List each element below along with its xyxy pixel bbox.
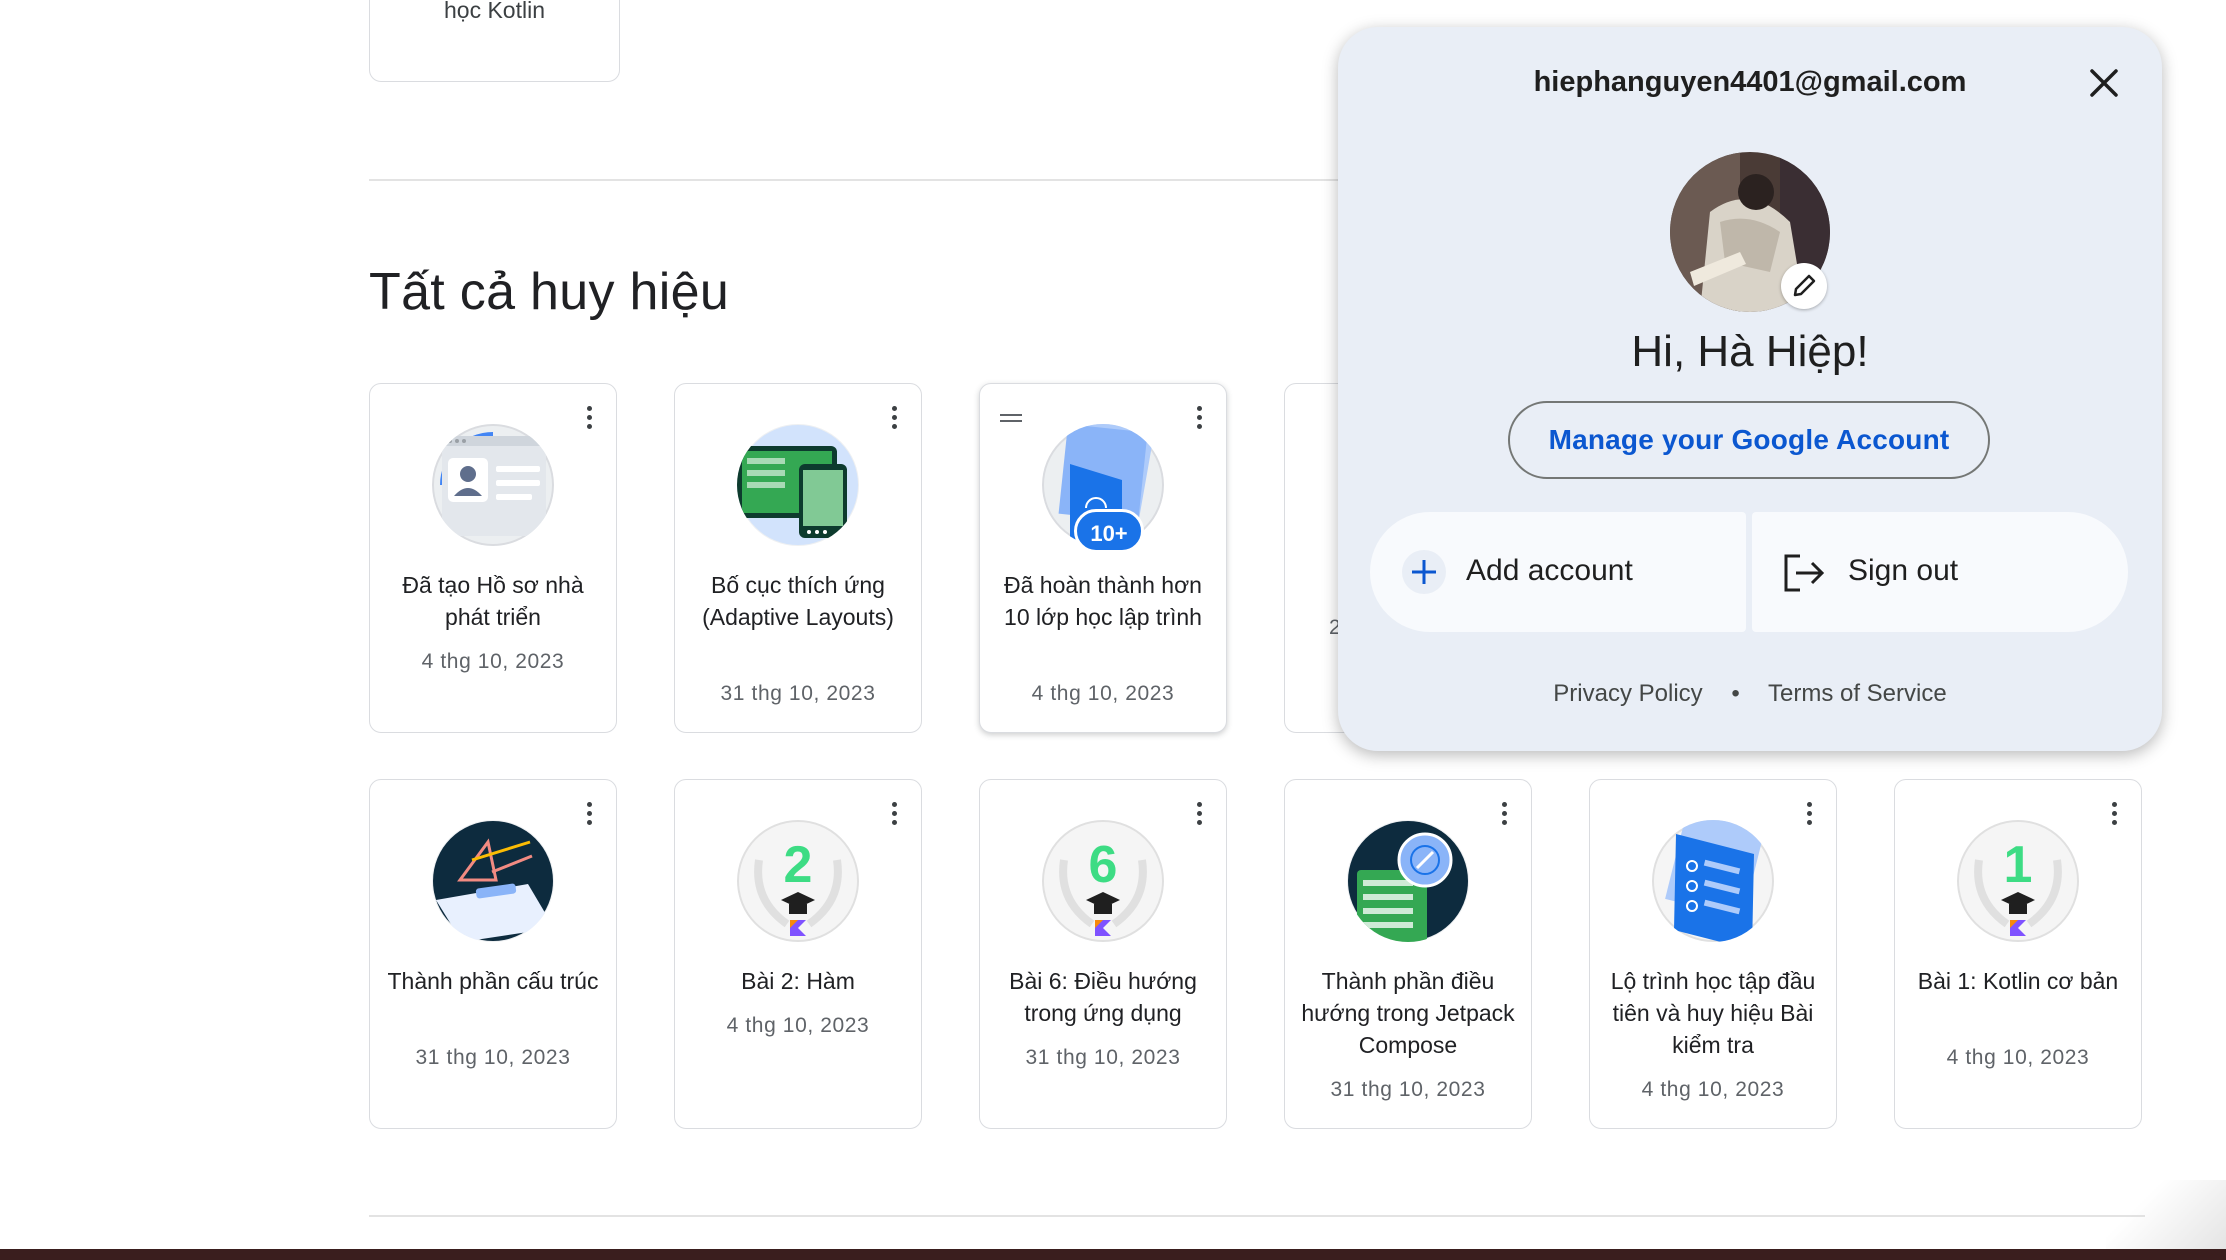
adaptive-layouts-badge-icon xyxy=(737,424,859,546)
more-options-icon[interactable] xyxy=(1499,802,1509,828)
badge-card-architecture-components[interactable]: Thành phần cấu trúc 31 thg 10, 2023 xyxy=(369,779,617,1129)
more-options-icon[interactable] xyxy=(889,406,899,432)
badge-name: Bố cục thích ứng (Adaptive Layouts) xyxy=(702,572,894,630)
lesson-number: 6 xyxy=(1089,836,1118,894)
more-options-icon[interactable] xyxy=(2109,802,2119,828)
badge-card-lesson-1[interactable]: 1 Bài 1: Kotlin cơ bản 4 thg 10, 2023 xyxy=(1894,779,2142,1129)
badge-name: học Kotlin xyxy=(443,0,545,23)
badge-card-10-codelabs[interactable]: 10+ Đã hoàn thành hơn 10 lớp học lập trì… xyxy=(979,383,1227,733)
greeting: Hi, Hà Hiệp! xyxy=(1631,327,1869,376)
badge-date: 4 thg 10, 2023 xyxy=(1946,1046,2090,1069)
badge-card-adaptive-layouts[interactable]: Bố cục thích ứng (Adaptive Layouts) 31 t… xyxy=(674,383,922,733)
close-icon[interactable] xyxy=(2084,63,2124,103)
badge-card-compose-navigation[interactable]: Thành phần điều hướng trong Jetpack Comp… xyxy=(1284,779,1532,1129)
more-options-icon[interactable] xyxy=(889,802,899,828)
kotlin-lesson-badge-icon: 6 xyxy=(1042,820,1164,942)
sign-out-button[interactable]: Sign out xyxy=(1752,512,2128,632)
sign-out-label: Sign out xyxy=(1848,554,1959,587)
badge-card-developer-profile[interactable]: Đã tạo Hồ sơ nhà phát triển 4 thg 10, 20… xyxy=(369,383,617,733)
more-options-icon[interactable] xyxy=(1804,802,1814,828)
badge-date: 31 thg 10, 2023 xyxy=(415,1046,571,1069)
popup-footer: Privacy Policy • Terms of Service xyxy=(1338,680,2162,708)
quiz-badge-icon xyxy=(1652,820,1774,942)
badge-name: Lộ trình học tập đầu tiên và huy hiệu Bà… xyxy=(1610,968,1816,1058)
badge-name: Bài 6: Điều hướng trong ứng dụng xyxy=(1009,968,1197,1026)
terms-of-service-link[interactable]: Terms of Service xyxy=(1768,680,1947,707)
badge-name: Thành phần điều hướng trong Jetpack Comp… xyxy=(1301,968,1515,1058)
account-popup: hiephanguyen4401@gmail.com Hi, Hà Hiệp! … xyxy=(1338,27,2162,751)
manage-account-button[interactable]: Manage your Google Account xyxy=(1508,401,1990,479)
badge-date: 31 thg 10, 2023 xyxy=(720,682,876,705)
count-badge: 10+ xyxy=(1074,509,1144,553)
badge-date: 31 thg 10, 2023 xyxy=(1025,1046,1181,1069)
add-account-button[interactable]: Add account xyxy=(1370,512,1746,632)
architecture-badge-icon xyxy=(432,820,554,942)
badge-card-lesson-6[interactable]: 6 Bài 6: Điều hướng trong ứng dụng 31 th… xyxy=(979,779,1227,1129)
badge-date: 4 thg 10, 2023 xyxy=(1031,682,1175,705)
pencil-icon xyxy=(1793,274,1816,297)
badge-date: 4 thg 10, 2023 xyxy=(726,1014,870,1037)
badge-date: 4 thg 10, 2023 xyxy=(421,650,565,673)
badge-date: 31 thg 10, 2023 xyxy=(1330,1078,1486,1101)
taskbar-edge xyxy=(0,1249,2226,1260)
more-options-icon[interactable] xyxy=(584,802,594,828)
window-corner-shadow xyxy=(2106,1180,2226,1250)
more-options-icon[interactable] xyxy=(1194,802,1204,828)
badge-name: Thành phần cấu trúc xyxy=(387,968,599,994)
account-email: hiephanguyen4401@gmail.com xyxy=(1533,66,1967,98)
more-options-icon[interactable] xyxy=(584,406,594,432)
kotlin-lesson-badge-icon: 1 xyxy=(1957,820,2079,942)
badge-name: Bài 2: Hàm xyxy=(741,968,855,994)
badge-name: Đã hoàn thành hơn 10 lớp học lập trình xyxy=(1004,572,1202,630)
badge-name: Bài 1: Kotlin cơ bản xyxy=(1917,968,2119,994)
badge-name: Đã tạo Hồ sơ nhà phát triển xyxy=(402,572,584,630)
navigation-badge-icon xyxy=(1347,820,1469,942)
plus-icon xyxy=(1402,550,1446,594)
lesson-number: 2 xyxy=(784,836,813,894)
privacy-policy-link[interactable]: Privacy Policy xyxy=(1553,680,1702,707)
drag-handle-icon[interactable] xyxy=(1000,414,1022,424)
separator: • xyxy=(1731,680,1740,707)
lesson-number: 1 xyxy=(2004,836,2033,894)
add-account-label: Add account xyxy=(1466,554,1633,587)
badge-date: 4 thg 10, 2023 xyxy=(1641,1078,1785,1101)
profile-badge-icon xyxy=(432,424,554,546)
badge-card-partial: học Kotlin xyxy=(369,0,620,82)
badge-card-lesson-2[interactable]: 2 Bài 2: Hàm 4 thg 10, 2023 xyxy=(674,779,922,1129)
badge-card-first-pathway-quiz[interactable]: Lộ trình học tập đầu tiên và huy hiệu Bà… xyxy=(1589,779,1837,1129)
sign-out-icon xyxy=(1784,554,1825,592)
divider xyxy=(369,1215,2145,1217)
edit-avatar-button[interactable] xyxy=(1781,263,1827,309)
more-options-icon[interactable] xyxy=(1194,406,1204,432)
kotlin-lesson-badge-icon: 2 xyxy=(737,820,859,942)
section-title: Tất cả huy hiệu xyxy=(369,263,730,321)
